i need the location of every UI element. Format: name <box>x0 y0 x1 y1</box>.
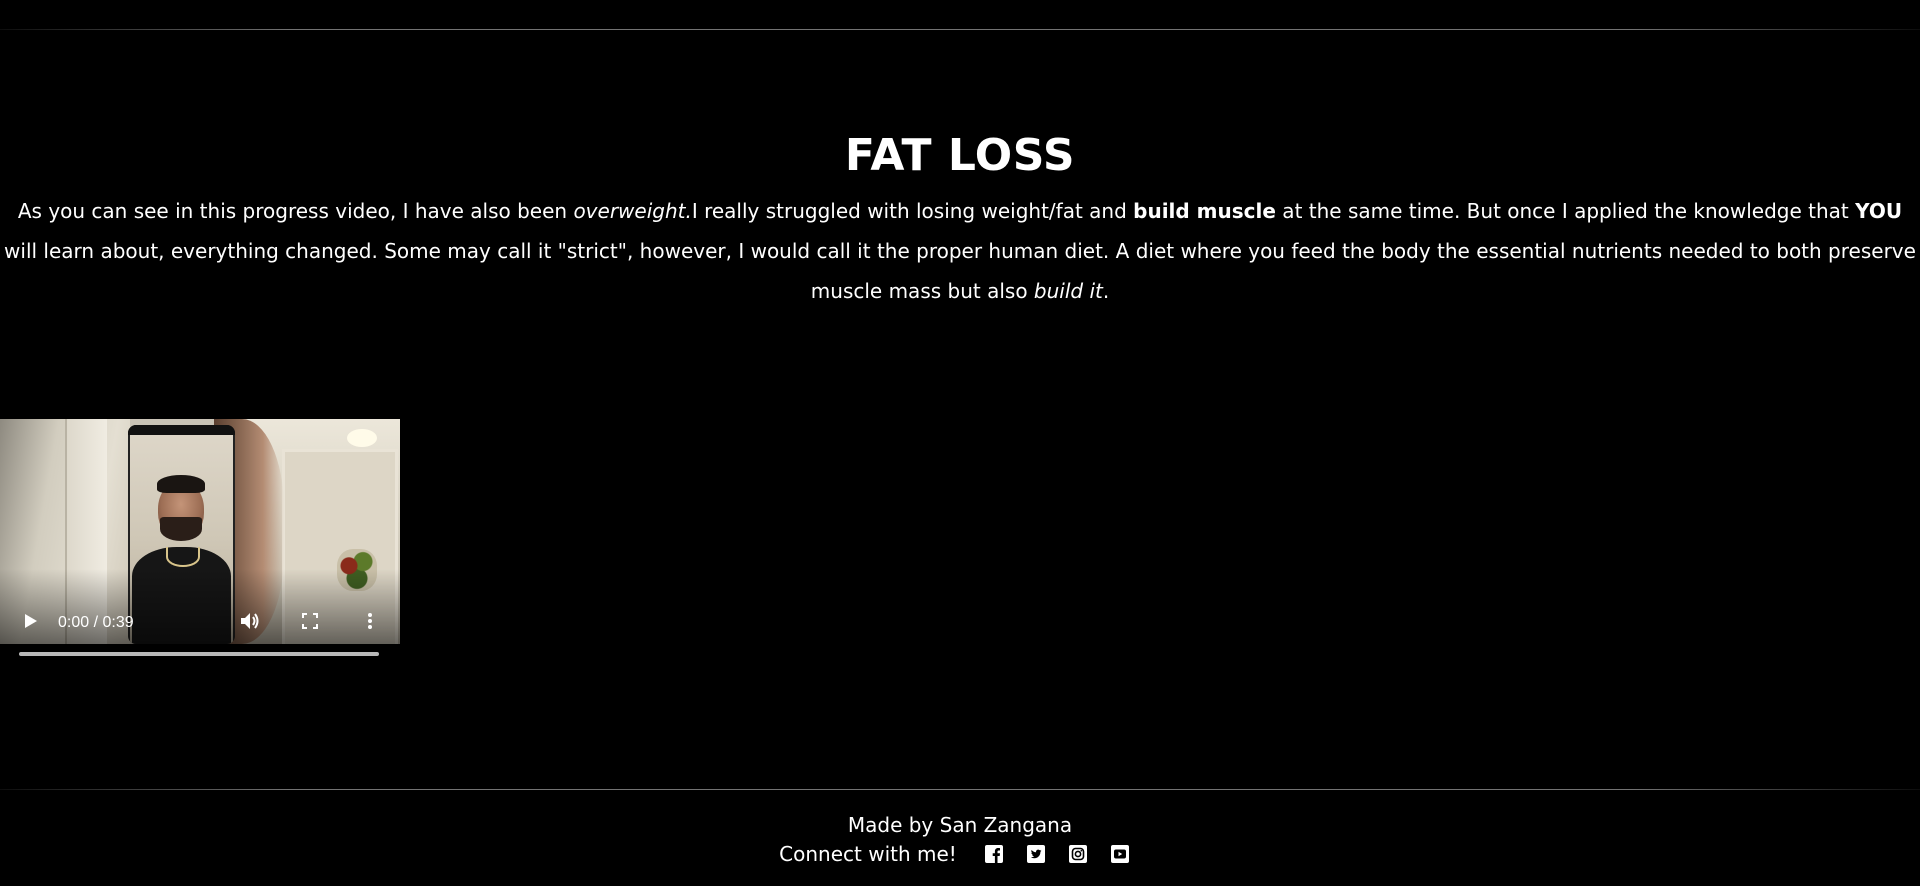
footer-made-by: Made by San Zangana <box>847 813 1073 837</box>
volume-icon <box>240 612 260 634</box>
top-divider <box>0 29 1920 30</box>
instagram-link[interactable] <box>1068 844 1088 864</box>
video-light <box>347 429 377 447</box>
twitter-link[interactable] <box>1026 844 1046 864</box>
paragraph-emphasis-build-it: build it <box>1033 279 1103 303</box>
video-person-beard <box>160 517 202 541</box>
section-paragraph: As you can see in this progress video, I… <box>0 191 1920 311</box>
play-icon <box>24 613 38 633</box>
facebook-icon <box>984 845 1003 863</box>
footer-connect: Connect with me! <box>0 841 1920 867</box>
video-phone-status-bar <box>128 425 235 435</box>
section-title: FAT LOSS <box>844 130 1076 181</box>
mute-button[interactable] <box>236 608 264 638</box>
youtube-link[interactable] <box>1110 844 1130 864</box>
paragraph-strong-build-muscle: build muscle <box>1133 199 1276 223</box>
paragraph-strong-you: YOU <box>1855 199 1903 223</box>
paragraph-text-4: will learn about, everything changed. So… <box>4 239 1916 303</box>
fullscreen-button[interactable] <box>296 608 324 638</box>
connect-label: Connect with me! <box>779 842 957 866</box>
paragraph-text-1: As you can see in this progress video, I… <box>17 199 574 223</box>
more-options-button[interactable] <box>356 608 384 638</box>
footer-divider <box>0 789 1920 790</box>
paragraph-text-5: . <box>1102 279 1110 303</box>
paragraph-text-2: I really struggled with losing weight/fa… <box>691 199 1134 223</box>
paragraph-text-3: at the same time. But once I applied the… <box>1275 199 1856 223</box>
video-person-chain <box>166 547 200 567</box>
paragraph-emphasis-overweight: overweight. <box>573 199 692 223</box>
fullscreen-icon <box>302 613 318 633</box>
video-progress-bar[interactable] <box>19 652 379 656</box>
youtube-icon <box>1110 845 1129 863</box>
video-time-display: 0:00 / 0:39 <box>58 614 134 631</box>
play-button[interactable] <box>18 608 44 638</box>
page: FAT LOSS As you can see in this progress… <box>0 0 1920 886</box>
video-controls: 0:00 / 0:39 <box>0 608 400 638</box>
facebook-link[interactable] <box>984 844 1004 864</box>
instagram-icon <box>1068 845 1087 863</box>
video-person-hair <box>157 475 205 493</box>
more-options-icon <box>368 613 372 633</box>
twitter-icon <box>1026 845 1045 863</box>
